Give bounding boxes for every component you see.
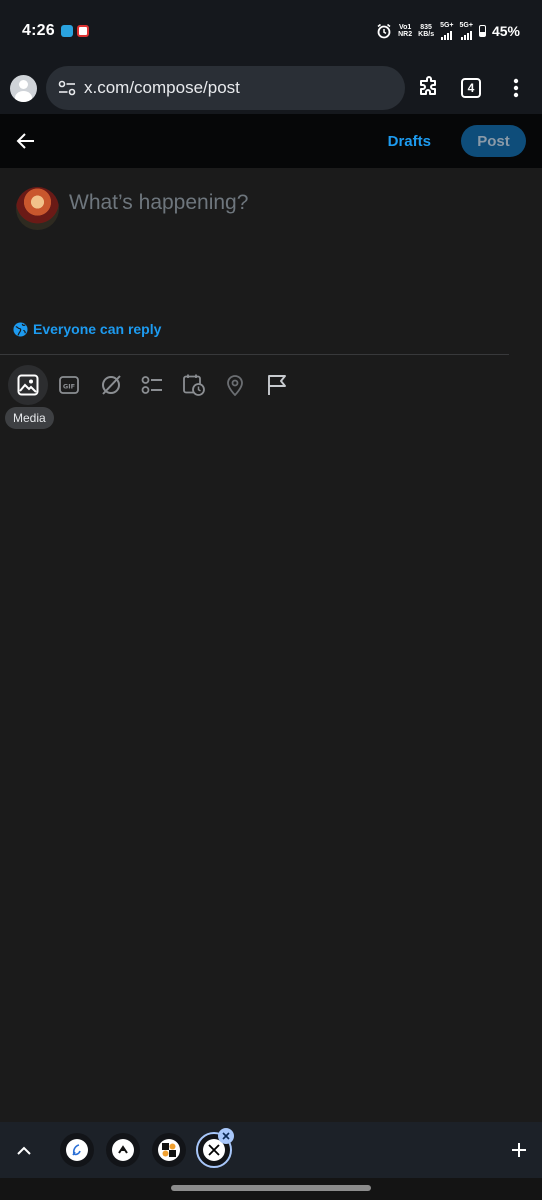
signal-icon — [441, 29, 453, 40]
network-type: Vo1 NR2 — [398, 24, 412, 38]
notification-icons — [60, 25, 89, 37]
more-menu-icon[interactable] — [500, 72, 532, 104]
back-arrow-icon[interactable] — [16, 132, 36, 150]
app-notification-icon — [76, 25, 89, 37]
nr-label: NR2 — [398, 31, 413, 38]
signal-sim2: 5G+ — [460, 22, 473, 40]
compose-text-input[interactable]: What’s happening? — [69, 191, 248, 215]
location-icon[interactable] — [215, 365, 255, 405]
grok-icon[interactable] — [91, 365, 131, 405]
extensions-icon[interactable] — [413, 72, 445, 104]
reply-setting-button[interactable]: Everyone can reply — [13, 321, 161, 337]
browser-toolbar: x.com/compose/post 4 — [0, 62, 542, 114]
battery-icon — [478, 25, 486, 37]
svg-text:GIF: GIF — [63, 383, 75, 391]
battery-percent: 45% — [491, 23, 520, 39]
new-tab-icon[interactable] — [503, 1134, 535, 1166]
tab-strip — [0, 1122, 542, 1178]
tab-count: 4 — [461, 78, 481, 98]
volte-label: Vo1 — [398, 24, 412, 31]
account-avatar-button[interactable] — [10, 74, 37, 102]
site-favicon-icon — [158, 1139, 180, 1161]
schedule-icon[interactable] — [174, 365, 214, 405]
telegram-icon — [60, 25, 73, 37]
url-text[interactable]: x.com/compose/post — [84, 78, 240, 98]
tab-2[interactable] — [106, 1133, 140, 1167]
network-speed: 835 KB/s — [418, 24, 434, 38]
chevron-up-icon[interactable] — [8, 1134, 40, 1166]
media-tooltip: Media — [5, 407, 54, 429]
globe-icon — [13, 321, 28, 337]
poll-icon[interactable] — [132, 365, 172, 405]
speed-unit: KB/s — [418, 31, 435, 38]
compose-header: Drafts Post — [0, 114, 542, 168]
tab-1[interactable] — [60, 1133, 94, 1167]
divider — [0, 354, 509, 355]
reply-setting-label: Everyone can reply — [33, 321, 162, 337]
signal-icon — [460, 29, 472, 40]
post-button[interactable]: Post — [461, 125, 526, 157]
drafts-button[interactable]: Drafts — [388, 133, 431, 150]
close-tab-icon[interactable] — [218, 1128, 234, 1144]
tab-switcher-button[interactable]: 4 — [455, 72, 487, 104]
status-time: 4:26 — [22, 22, 55, 39]
status-bar: 4:26 Vo1 NR2 835 KB/s 5G+ 5G+ 45% — [0, 0, 542, 62]
sim1-label: 5G+ — [440, 22, 454, 29]
signal-sim1: 5G+ — [440, 22, 454, 40]
site-favicon-icon — [66, 1139, 88, 1161]
gesture-handle[interactable] — [171, 1185, 371, 1191]
flag-icon[interactable] — [257, 365, 297, 405]
sim2-label: 5G+ — [459, 22, 473, 29]
site-settings-icon[interactable] — [58, 80, 76, 96]
address-bar[interactable]: x.com/compose/post — [46, 66, 405, 110]
avatar[interactable] — [16, 187, 59, 230]
alarm-icon — [377, 23, 391, 39]
gif-icon[interactable]: GIF — [49, 365, 89, 405]
media-icon[interactable] — [8, 365, 48, 405]
tab-3[interactable] — [152, 1133, 186, 1167]
site-favicon-icon — [112, 1139, 134, 1161]
speed-value: 835 — [420, 24, 432, 31]
